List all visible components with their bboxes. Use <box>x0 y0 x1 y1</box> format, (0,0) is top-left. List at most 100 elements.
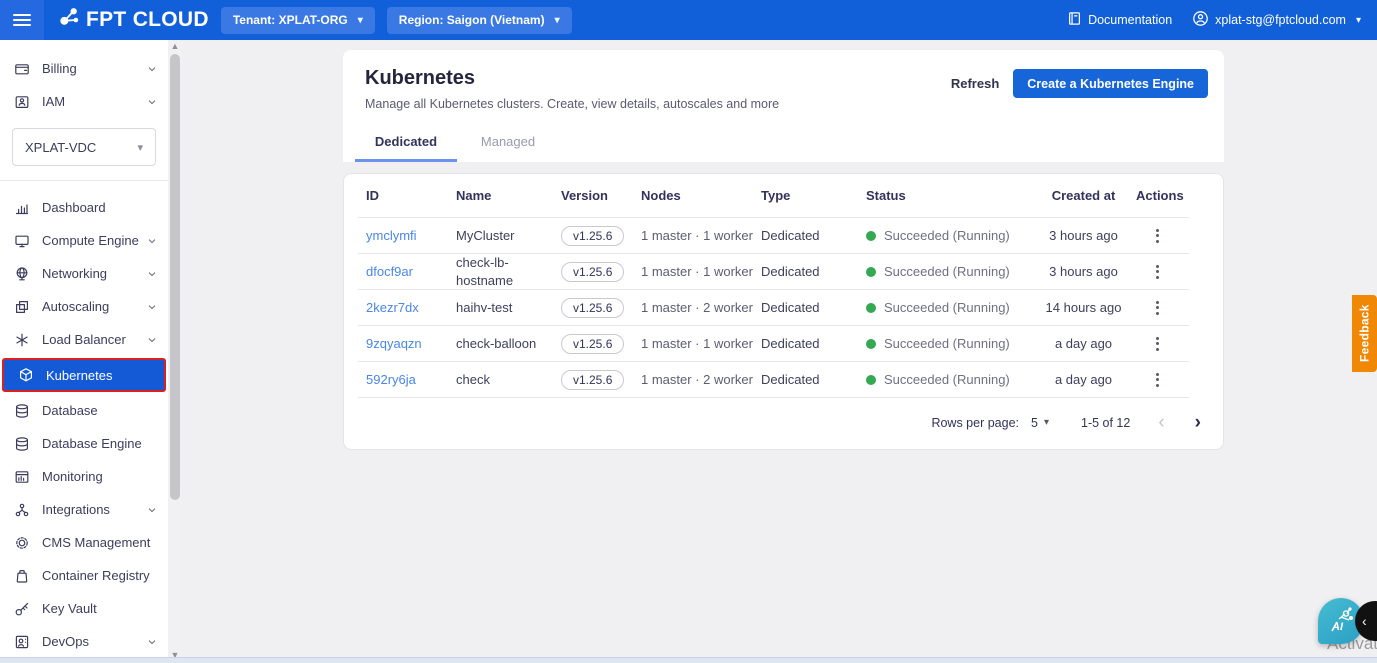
row-actions-button[interactable] <box>1152 297 1163 319</box>
logo-text: FPT CLOUD <box>86 8 209 31</box>
wallet-icon <box>14 61 30 77</box>
row-actions-button[interactable] <box>1152 369 1163 391</box>
monitor-icon <box>14 233 30 249</box>
status-dot-icon <box>866 266 876 277</box>
status-dot-icon <box>866 302 876 313</box>
table-header-row: ID Name Version Nodes Type Status Created at Ac… <box>344 174 1223 217</box>
sidebar-item-database-engine[interactable]: Database Engine <box>0 427 168 460</box>
fpt-cloud-logo[interactable]: FPT CLOUD <box>58 6 209 34</box>
status-cell: Succeeded (Running) <box>866 336 1031 351</box>
cluster-name: haihv-test <box>456 299 513 315</box>
type-text: Dedicated <box>761 336 820 352</box>
version-badge: v1.25.6 <box>561 369 625 390</box>
cluster-id-link[interactable]: 592ry6ja <box>366 372 416 387</box>
cube-icon <box>18 367 34 383</box>
sidebar-item-label: Monitoring <box>42 469 103 484</box>
sidebar-item-devops[interactable]: DevOps <box>0 625 168 658</box>
tenant-label: Tenant: XPLAT-ORG <box>232 13 348 27</box>
sidebar-item-container-registry[interactable]: Container Registry <box>0 559 168 592</box>
feedback-button[interactable]: Feedback <box>1352 295 1377 372</box>
nodes-text: 1 master · 1 worker <box>641 264 753 280</box>
nodes-text: 1 master · 1 worker <box>641 336 753 352</box>
cluster-name: check <box>456 371 490 387</box>
documentation-link[interactable]: Documentation <box>1067 11 1172 29</box>
logo-molecule-icon <box>58 6 80 34</box>
user-email: xplat-stg@fptcloud.com <box>1215 13 1346 27</box>
tab-dedicated[interactable]: Dedicated <box>355 134 457 162</box>
status-cell: Succeeded (Running) <box>866 372 1031 387</box>
tenant-selector[interactable]: Tenant: XPLAT-ORG ▾ <box>220 6 375 34</box>
sitemap-icon <box>14 502 30 518</box>
asterisk-icon <box>14 332 30 348</box>
chevron-down-icon <box>146 334 158 346</box>
sidebar-item-integrations[interactable]: Integrations <box>0 493 168 526</box>
status-text: Succeeded (Running) <box>884 372 1010 388</box>
chevron-down-icon <box>146 268 158 280</box>
sidebar-item-networking[interactable]: Networking <box>0 257 168 290</box>
sidebar-top-group: Billing IAM <box>0 52 168 118</box>
chevron-down-icon <box>146 301 158 313</box>
table-row: 592ry6ja check v1.25.6 1 master · 2 worker D… <box>344 362 1223 397</box>
sidebar-item-label: Dashboard <box>42 200 106 215</box>
status-text: Succeeded (Running) <box>884 336 1010 352</box>
refresh-button[interactable]: Refresh <box>951 76 999 91</box>
row-actions-button[interactable] <box>1152 225 1163 247</box>
chevron-down-icon <box>146 235 158 247</box>
row-actions-button[interactable] <box>1152 333 1163 355</box>
status-text: Succeeded (Running) <box>884 300 1010 316</box>
chevron-down-icon: ▾ <box>554 14 560 26</box>
table-row: 2kezr7dx haihv-test v1.25.6 1 master · 2 wo… <box>344 290 1223 325</box>
monitor-chart-icon <box>14 469 30 485</box>
status-dot-icon <box>866 374 876 385</box>
sidebar-item-dashboard[interactable]: Dashboard <box>0 191 168 224</box>
sidebar-item-compute-engine[interactable]: Compute Engine <box>0 224 168 257</box>
sidebar-item-billing[interactable]: Billing <box>0 52 168 85</box>
cluster-id-link[interactable]: dfocf9ar <box>366 264 413 279</box>
chevron-down-icon <box>146 636 158 648</box>
sidebar-item-cms-management[interactable]: CMS Management <box>0 526 168 559</box>
region-selector[interactable]: Region: Saigon (Vietnam) ▾ <box>386 6 572 34</box>
vdc-selector[interactable]: XPLAT-VDC ▾ <box>12 128 156 166</box>
scrollbar-thumb[interactable] <box>170 54 180 500</box>
row-actions-button[interactable] <box>1152 261 1163 283</box>
sidebar-scrollbar[interactable]: ▲ ▼ <box>168 40 182 663</box>
version-badge: v1.25.6 <box>561 333 625 354</box>
menu-toggle-button[interactable] <box>0 0 44 40</box>
chevron-down-icon <box>146 96 158 108</box>
table-row: 9zqyaqzn check-balloon v1.25.6 1 master · 1… <box>344 326 1223 361</box>
documentation-label: Documentation <box>1088 13 1173 27</box>
sidebar-item-label: Container Registry <box>42 568 150 583</box>
cluster-id-link[interactable]: ymclymfi <box>366 228 417 243</box>
nodes-text: 1 master · 2 worker <box>641 300 753 316</box>
sidebar-item-key-vault[interactable]: Key Vault <box>0 592 168 625</box>
chevron-down-icon <box>146 63 158 75</box>
rows-per-page-select[interactable]: 5 ▾ <box>1031 416 1049 430</box>
create-kubernetes-engine-button[interactable]: Create a Kubernetes Engine <box>1013 69 1208 98</box>
user-account-menu[interactable]: xplat-stg@fptcloud.com ▾ <box>1192 10 1361 30</box>
key-icon <box>14 601 30 617</box>
chevron-down-icon <box>146 504 158 516</box>
sidebar-item-kubernetes[interactable]: Kubernetes <box>2 358 166 392</box>
bar-chart-icon <box>14 200 30 216</box>
scroll-up-icon[interactable]: ▲ <box>168 40 182 52</box>
topbar: FPT CLOUD Tenant: XPLAT-ORG ▾ Region: Sa… <box>0 0 1377 40</box>
sidebar-item-iam[interactable]: IAM <box>0 85 168 118</box>
cluster-id-link[interactable]: 2kezr7dx <box>366 300 419 315</box>
next-page-button[interactable]: › <box>1195 413 1201 432</box>
column-header-nodes: Nodes <box>641 188 681 203</box>
rows-per-page-value: 5 <box>1031 415 1038 430</box>
sidebar-item-database[interactable]: Database <box>0 394 168 427</box>
previous-page-button[interactable]: ‹ <box>1158 413 1164 432</box>
sidebar-item-load-balancer[interactable]: Load Balancer <box>0 323 168 356</box>
taskbar-edge <box>0 657 1377 663</box>
sidebar-item-label: Database Engine <box>42 436 142 451</box>
sidebar-item-monitoring[interactable]: Monitoring <box>0 460 168 493</box>
database-icon <box>14 436 30 452</box>
cluster-id-link[interactable]: 9zqyaqzn <box>366 336 422 351</box>
main-content: Kubernetes Manage all Kubernetes cluster… <box>182 40 1377 663</box>
sidebar-item-label: Autoscaling <box>42 299 110 314</box>
tab-managed[interactable]: Managed <box>457 134 559 162</box>
table-row: ymclymfi MyCluster v1.25.6 1 master · 1 wor… <box>344 218 1223 253</box>
tab-bar: Dedicated Managed <box>355 134 559 162</box>
sidebar-item-autoscaling[interactable]: Autoscaling <box>0 290 168 323</box>
